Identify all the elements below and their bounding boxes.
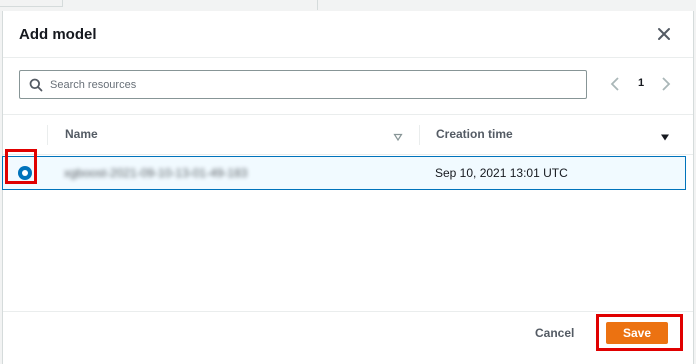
chevron-right-icon[interactable]	[660, 76, 672, 92]
search-field[interactable]	[19, 70, 587, 99]
table-header: Name Creation time	[3, 114, 693, 155]
dialog-title: Add model	[19, 26, 97, 43]
table-row[interactable]: xgboost-2021-09-10-13-01-49-183 Sep 10, …	[2, 156, 686, 190]
column-header-name[interactable]: Name	[65, 127, 98, 141]
dialog-footer: Cancel Save	[3, 311, 693, 364]
dialog-header: Add model	[3, 11, 693, 58]
row-radio-button[interactable]	[18, 166, 32, 180]
search-icon	[29, 78, 43, 92]
column-divider	[47, 125, 48, 145]
sort-caret-outline-icon[interactable]	[393, 129, 403, 142]
current-page-number[interactable]: 1	[633, 77, 649, 89]
model-name-cell: xgboost-2021-09-10-13-01-49-183	[64, 166, 248, 180]
chevron-left-icon[interactable]	[609, 76, 621, 92]
column-divider	[419, 125, 420, 145]
column-header-creation-time[interactable]: Creation time	[436, 127, 513, 141]
search-input[interactable]	[50, 71, 570, 98]
sort-caret-filled-icon[interactable]	[660, 129, 670, 141]
background-divider	[317, 0, 318, 10]
close-icon[interactable]	[655, 25, 673, 43]
table-toolbar: 1	[3, 70, 693, 102]
save-button[interactable]: Save	[606, 322, 668, 344]
background-tab	[0, 0, 63, 7]
add-model-dialog: Add model 1	[2, 11, 694, 364]
creation-time-cell: Sep 10, 2021 13:01 UTC	[435, 166, 568, 180]
cancel-button[interactable]: Cancel	[535, 322, 574, 344]
